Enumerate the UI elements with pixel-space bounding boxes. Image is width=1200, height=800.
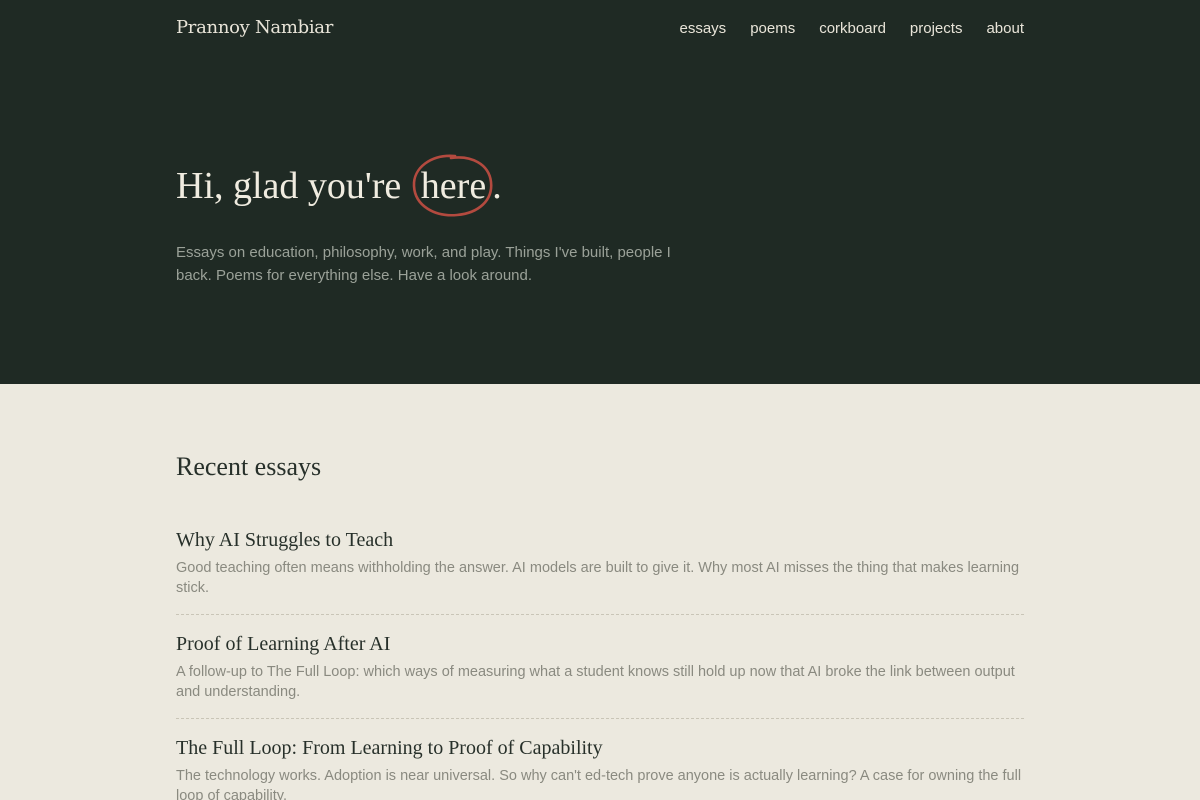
headline-period: . <box>492 165 502 207</box>
main-nav: essays poems corkboard projects about <box>680 20 1025 37</box>
hero-intro: Essays on education, philosophy, work, a… <box>176 244 671 284</box>
essay-item[interactable]: Proof of Learning After AI A follow-up t… <box>176 632 1024 719</box>
section-title: Recent essays <box>176 452 322 481</box>
nav-item-poems[interactable]: poems <box>750 20 795 37</box>
essay-title[interactable]: Proof of Learning After AI <box>176 632 1024 656</box>
hero-section: Prannoy Nambiar essays poems corkboard p… <box>0 0 1200 384</box>
headline-circled-word: here <box>411 154 493 217</box>
hero-headline: Hi, glad you're here. <box>176 154 502 217</box>
recent-essays-section: Recent essays Why AI Struggles to Teach … <box>0 384 1200 800</box>
essay-title[interactable]: The Full Loop: From Learning to Proof of… <box>176 736 1024 760</box>
nav-item-essays[interactable]: essays <box>680 20 727 37</box>
essay-description: A follow-up to The Full Loop: which ways… <box>176 664 1015 700</box>
essay-title[interactable]: Why AI Struggles to Teach <box>176 528 1024 552</box>
nav-item-corkboard[interactable]: corkboard <box>819 20 886 37</box>
site-title-link[interactable]: Prannoy Nambiar <box>176 17 333 38</box>
essay-list: Why AI Struggles to Teach Good teaching … <box>176 528 1024 800</box>
essay-description: The technology works. Adoption is near u… <box>176 768 1022 800</box>
essay-description: Good teaching often means withholding th… <box>176 560 1020 596</box>
essay-item[interactable]: The Full Loop: From Learning to Proof of… <box>176 736 1024 800</box>
essay-item[interactable]: Why AI Struggles to Teach Good teaching … <box>176 528 1024 615</box>
nav-item-projects[interactable]: projects <box>910 20 963 37</box>
headline-text: Hi, glad you're <box>176 165 402 207</box>
nav-item-about[interactable]: about <box>986 20 1024 37</box>
headline-circled-text: here <box>420 165 487 207</box>
